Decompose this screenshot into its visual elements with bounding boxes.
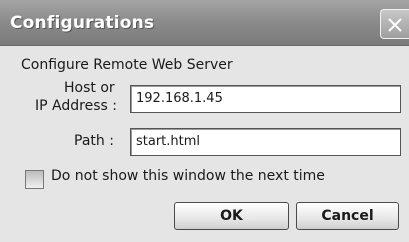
path-label: Path : <box>74 133 114 149</box>
host-label-line1: Host or <box>64 80 115 96</box>
host-label-line2: IP Address : <box>35 98 117 114</box>
path-input[interactable]: start.html <box>130 128 401 156</box>
dialog-body: Configure Remote Web Server Host or IP A… <box>0 46 409 242</box>
do-not-show-checkbox[interactable] <box>25 170 44 189</box>
section-heading: Configure Remote Web Server <box>21 57 233 73</box>
title-bar: Configurations <box>0 0 409 46</box>
cancel-button[interactable]: Cancel <box>296 202 399 230</box>
ok-button[interactable]: OK <box>174 202 289 230</box>
host-input[interactable]: 192.168.1.45 <box>130 85 401 113</box>
close-icon <box>388 18 402 32</box>
close-button[interactable] <box>380 9 409 39</box>
do-not-show-label: Do not show this window the next time <box>51 168 325 184</box>
window-title: Configurations <box>10 13 155 33</box>
